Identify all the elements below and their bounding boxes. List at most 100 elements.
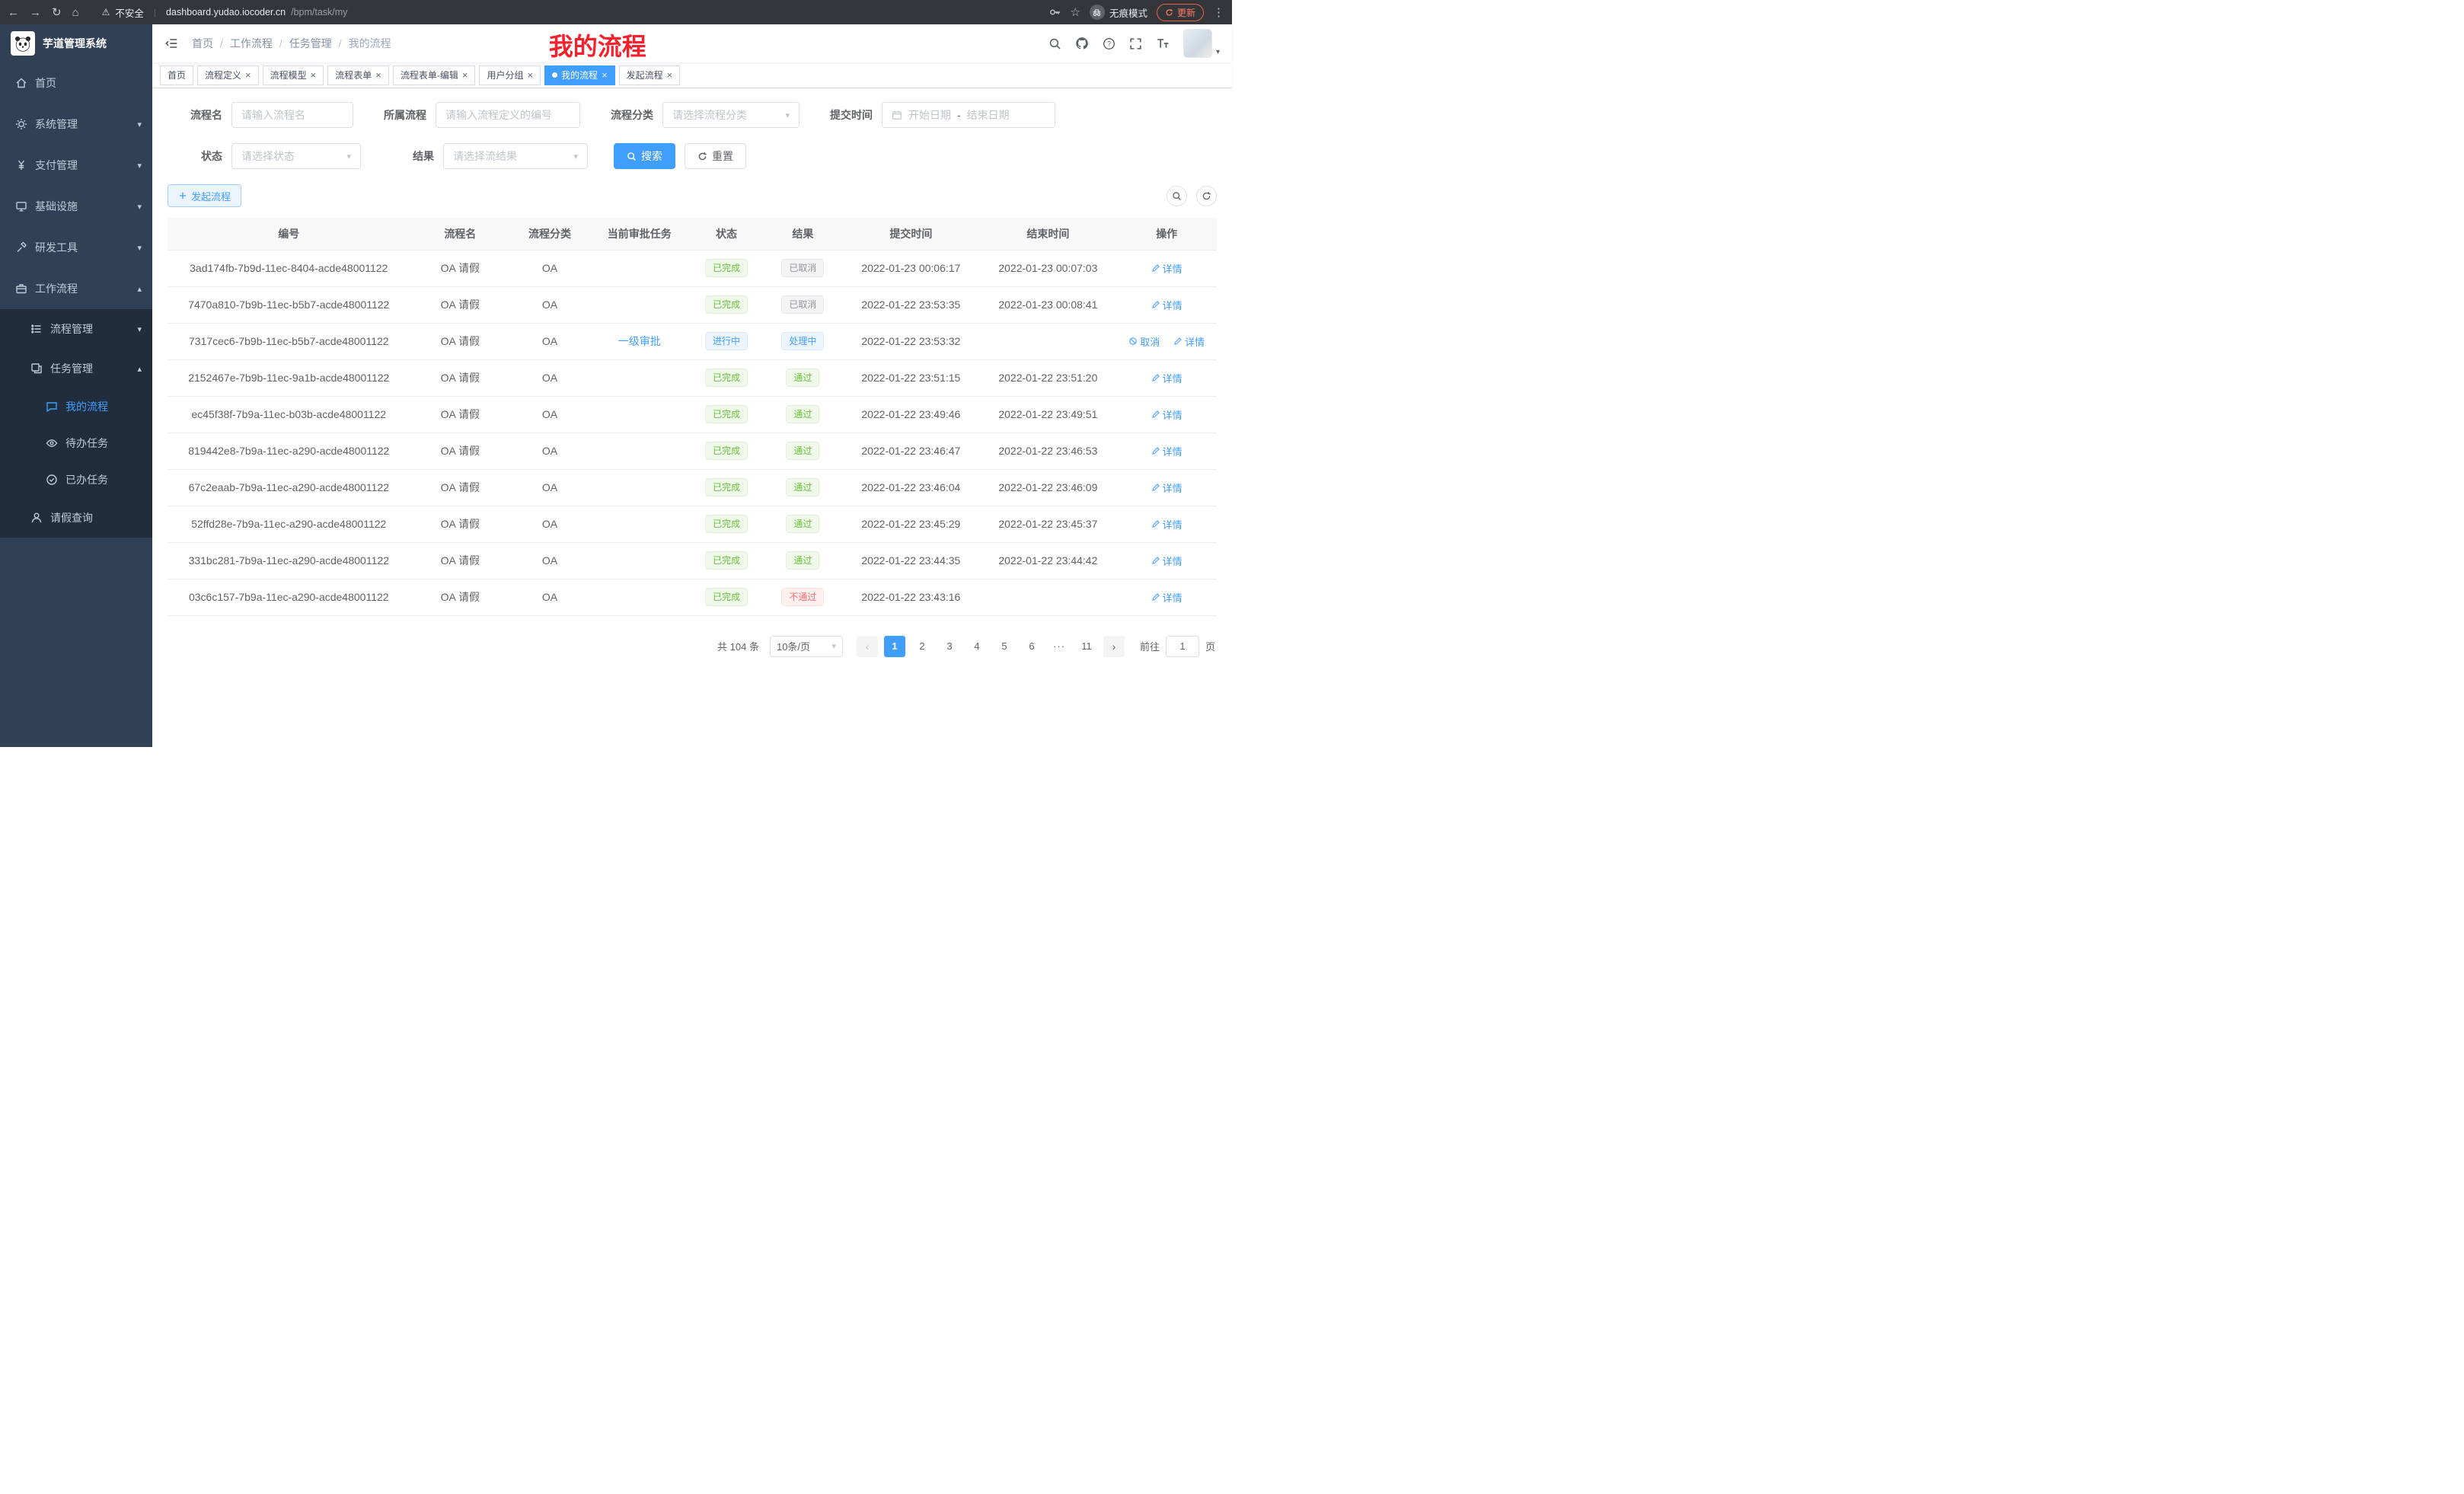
category-select[interactable]: 请选择流程分类 ▾ — [662, 102, 800, 128]
sidebar-item-infrastructure[interactable]: 基础设施 ▾ — [0, 186, 152, 227]
page-number[interactable]: 11 — [1076, 636, 1097, 657]
page-number[interactable]: 5 — [994, 636, 1015, 657]
page-size-select[interactable]: 10条/页 ▾ — [770, 636, 843, 657]
process-def-input[interactable] — [445, 109, 570, 121]
sidebar-item-done-tasks[interactable]: 已办任务 — [0, 461, 152, 498]
tab[interactable]: 我的流程 × — [544, 65, 615, 85]
sidebar-item-home[interactable]: 首页 — [0, 62, 152, 104]
sidebar-item-leave-query[interactable]: 请假查询 — [0, 498, 152, 538]
cell-current-task — [589, 542, 690, 579]
reset-button[interactable]: 重置 — [685, 143, 746, 169]
submit-time-range-picker[interactable]: 开始日期 - 结束日期 — [882, 102, 1055, 128]
url-bar[interactable]: ⚠ 不安全 | dashboard.yudao.iocoder.cn/bpm/t… — [102, 5, 348, 20]
page-number[interactable]: 4 — [966, 636, 988, 657]
sidebar-item-task-management[interactable]: 任务管理 ▴ — [0, 349, 152, 388]
process-name-input[interactable] — [241, 109, 343, 121]
page-number[interactable]: 6 — [1021, 636, 1042, 657]
tab[interactable]: 流程模型 × — [263, 65, 324, 85]
detail-link[interactable]: 详情 — [1151, 407, 1183, 422]
sidebar-item-todo-tasks[interactable]: 待办任务 — [0, 425, 152, 461]
detail-link[interactable]: 详情 — [1151, 517, 1183, 532]
status-label: 状态 — [168, 148, 222, 164]
sidebar-item-process-management[interactable]: 流程管理 ▾ — [0, 309, 152, 349]
chevron-down-icon: ▾ — [831, 641, 836, 651]
detail-link[interactable]: 详情 — [1151, 480, 1183, 495]
incognito-badge: 无痕模式 — [1090, 5, 1147, 20]
cell-operations: 取消 详情 — [1116, 250, 1217, 286]
cell-process-name: OA 请假 — [410, 359, 511, 396]
browser-reload-icon[interactable]: ↻ — [52, 5, 62, 19]
detail-link[interactable]: 详情 — [1151, 298, 1183, 312]
cell-current-task — [589, 359, 690, 396]
process-def-label: 所属流程 — [372, 107, 426, 123]
cell-result: 不通过 — [763, 579, 842, 615]
refresh-table-button[interactable] — [1196, 186, 1217, 206]
result-badge: 通过 — [786, 515, 819, 533]
sidebar-item-label: 首页 — [35, 75, 142, 91]
current-task-link[interactable]: 一级审批 — [618, 335, 661, 347]
bookmark-star-icon[interactable]: ☆ — [1071, 5, 1080, 19]
breadcrumb-item[interactable]: 首页 — [192, 36, 213, 51]
cell-end-time: 2022-01-22 23:46:09 — [979, 469, 1116, 506]
search-button[interactable]: 搜索 — [614, 143, 675, 169]
prev-page-button[interactable]: ‹ — [857, 636, 878, 657]
sidebar-item-system[interactable]: 系统管理 ▾ — [0, 104, 152, 145]
detail-link[interactable]: 详情 — [1173, 334, 1205, 349]
browser-update-button[interactable]: 更新 — [1157, 4, 1204, 21]
detail-link[interactable]: 详情 — [1151, 444, 1183, 458]
detail-link[interactable]: 详情 — [1151, 590, 1183, 605]
help-icon[interactable]: ? — [1103, 37, 1116, 50]
sidebar-item-dev-tools[interactable]: 研发工具 ▾ — [0, 227, 152, 268]
browser-back-icon[interactable]: ← — [8, 6, 19, 19]
close-icon[interactable]: × — [602, 70, 608, 80]
cell-operations: 取消 详情 — [1116, 506, 1217, 542]
tab[interactable]: 发起流程 × — [619, 65, 681, 85]
cell-process-id: 2152467e-7b9b-11ec-9a1b-acde48001122 — [168, 359, 410, 396]
sidebar-toggle-icon[interactable] — [164, 37, 178, 50]
detail-link[interactable]: 详情 — [1151, 371, 1183, 385]
tab[interactable]: 用户分组 × — [479, 65, 541, 85]
page-number[interactable]: 3 — [939, 636, 960, 657]
tab[interactable]: 流程定义 × — [197, 65, 259, 85]
close-icon[interactable]: × — [375, 70, 381, 80]
jump-page-input[interactable] — [1166, 636, 1199, 657]
status-select[interactable]: 请选择状态 ▾ — [231, 143, 361, 169]
browser-home-icon[interactable]: ⌂ — [72, 6, 79, 19]
cancel-link[interactable]: 取消 — [1128, 334, 1160, 349]
breadcrumb-item[interactable]: 工作流程 — [230, 36, 273, 51]
sidebar-item-payment[interactable]: 支付管理 ▾ — [0, 145, 152, 186]
close-icon[interactable]: × — [667, 70, 673, 80]
page-number[interactable]: 2 — [911, 636, 933, 657]
user-menu[interactable]: ▾ — [1183, 29, 1220, 58]
browser-menu-icon[interactable]: ⋮ — [1213, 5, 1224, 19]
header-search-icon[interactable] — [1048, 37, 1061, 50]
create-process-button[interactable]: 发起流程 — [168, 184, 241, 207]
detail-link[interactable]: 详情 — [1151, 554, 1183, 568]
page-number[interactable]: ··· — [1048, 636, 1070, 657]
tab[interactable]: 首页 × — [160, 65, 193, 85]
sidebar-item-workflow[interactable]: 工作流程 ▴ — [0, 268, 152, 309]
close-icon[interactable]: × — [245, 70, 251, 80]
fullscreen-icon[interactable] — [1129, 37, 1142, 50]
passkey-icon[interactable] — [1049, 6, 1061, 18]
status-badge: 已完成 — [705, 295, 748, 314]
app-logo-row[interactable]: 芋道管理系统 — [0, 24, 152, 62]
next-page-button[interactable]: › — [1103, 636, 1125, 657]
avatar — [1183, 29, 1212, 58]
close-icon[interactable]: × — [311, 70, 317, 80]
close-icon[interactable]: × — [462, 70, 468, 80]
breadcrumb-item[interactable]: 任务管理 — [289, 36, 332, 51]
tab[interactable]: 流程表单 × — [327, 65, 389, 85]
github-icon[interactable] — [1075, 37, 1089, 50]
toggle-search-button[interactable] — [1167, 186, 1187, 206]
page-number[interactable]: 1 — [884, 636, 905, 657]
detail-link[interactable]: 详情 — [1151, 261, 1183, 276]
browser-forward-icon[interactable]: → — [30, 6, 41, 19]
cell-process-id: 52ffd28e-7b9a-11ec-a290-acde48001122 — [168, 506, 410, 542]
sidebar: 芋道管理系统 首页 系统管理 ▾ 支付管理 ▾ 基础设施 ▾ 研发工具 ▾ — [0, 24, 152, 747]
close-icon[interactable]: × — [527, 70, 533, 80]
sidebar-item-my-process[interactable]: 我的流程 — [0, 388, 152, 425]
result-select[interactable]: 请选择流结果 ▾ — [443, 143, 588, 169]
font-size-icon[interactable] — [1156, 37, 1170, 50]
tab[interactable]: 流程表单-编辑 × — [393, 65, 476, 85]
